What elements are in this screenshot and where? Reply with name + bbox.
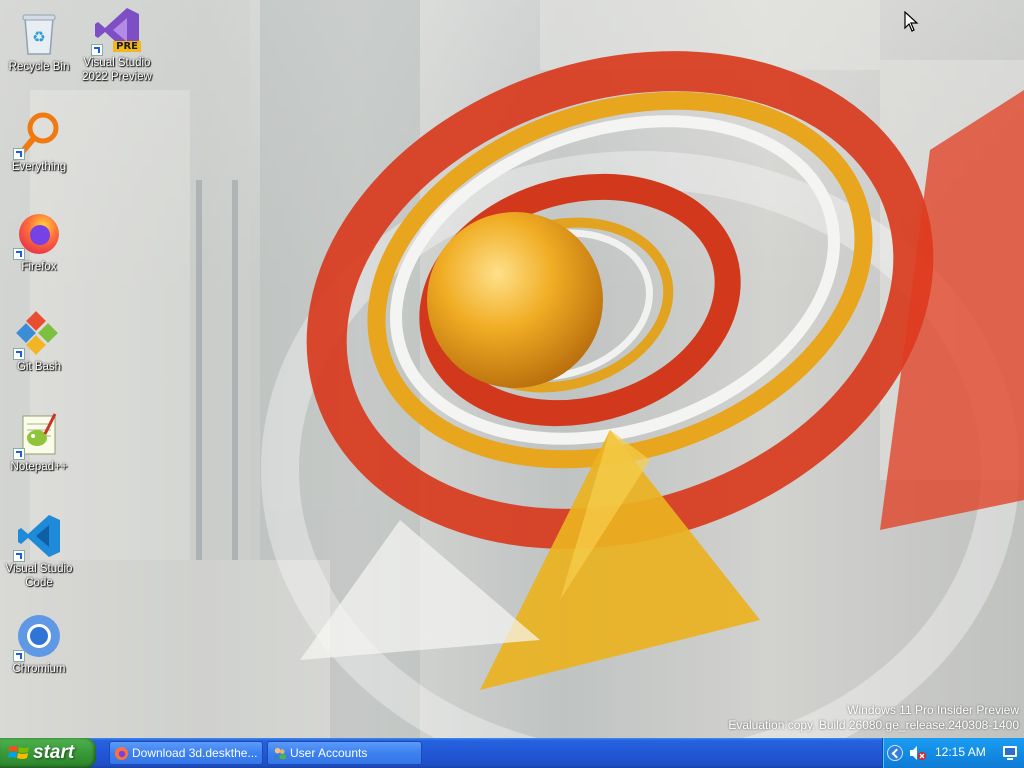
mouse-cursor-icon [904, 11, 919, 32]
shortcut-arrow-icon [13, 348, 25, 360]
watermark-edition: Windows 11 Pro Insider Preview [847, 703, 1019, 717]
taskbar-button-label: Download 3d.deskthe... [132, 746, 258, 760]
taskbar-button-firefox-download[interactable]: Download 3d.deskthe... [109, 741, 263, 765]
shortcut-arrow-icon [13, 650, 25, 662]
start-label: start [33, 742, 75, 763]
shortcut-arrow-icon [13, 550, 25, 562]
desktop-icon-everything[interactable]: Everything [0, 110, 78, 174]
desktop-icon-firefox[interactable]: Firefox [0, 210, 78, 274]
desktop-icon-label: Visual Studio Code [5, 563, 73, 589]
desktop-wallpaper[interactable] [0, 0, 1024, 738]
start-button[interactable]: start [0, 738, 96, 768]
shortcut-arrow-icon [13, 248, 25, 260]
desktop-icon-git-bash[interactable]: Git Bash [0, 310, 78, 374]
taskbar-button-user-accounts[interactable]: User Accounts [267, 741, 422, 765]
taskbar-button-label: User Accounts [290, 746, 368, 760]
desktop-icon-label: Git Bash [16, 361, 62, 373]
git-bash-icon [13, 310, 63, 360]
everything-search-icon [13, 110, 63, 160]
vscode-icon [13, 512, 63, 562]
desktop-icon-label: Recycle Bin [8, 61, 70, 73]
system-icon[interactable] [1001, 744, 1019, 762]
show-hidden-icons-chevron[interactable] [887, 745, 903, 761]
preview-badge: PRE [113, 41, 141, 52]
desktop-icon-label: Chromium [12, 663, 66, 675]
desktop-icon-label: Firefox [21, 261, 57, 273]
evaluation-watermark: Windows 11 Pro Insider Preview Evaluatio… [728, 703, 1019, 733]
firefox-icon [114, 746, 129, 761]
desktop-icon-label: Everything [11, 161, 67, 173]
chromium-icon [13, 612, 63, 662]
desktop-icon-chromium[interactable]: Chromium [0, 612, 78, 676]
desktop-icon-visual-studio-2022-preview[interactable]: PRE Visual Studio 2022 Preview [78, 6, 156, 84]
recycle-bin-icon: ♻ [15, 10, 63, 58]
desktop-icon-label: Notepad++ [10, 461, 68, 473]
shortcut-arrow-icon [13, 448, 25, 460]
shortcut-arrow-icon [91, 44, 103, 56]
wallpaper-artwork [0, 0, 1024, 738]
desktop-icon-recycle-bin[interactable]: ♻ Recycle Bin [0, 10, 78, 74]
taskbar: start Download 3d.deskthe... User Accoun… [0, 738, 1024, 768]
windows-flag-icon [8, 746, 29, 759]
desktop-icon-label: Visual Studio 2022 Preview [82, 57, 152, 83]
firefox-icon [13, 210, 63, 260]
visual-studio-icon: PRE [91, 6, 141, 56]
shortcut-arrow-icon [13, 148, 25, 160]
notepad-plus-plus-icon [13, 410, 63, 460]
desktop-icon-notepad-plus-plus[interactable]: Notepad++ [0, 410, 78, 474]
volume-muted-icon[interactable] [909, 745, 927, 761]
system-clock[interactable]: 12:15 AM [935, 745, 986, 759]
user-accounts-icon [273, 747, 287, 761]
svg-text:♻: ♻ [32, 28, 45, 46]
watermark-build: Evaluation copy. Build 26080.ge_release.… [728, 718, 1019, 732]
system-tray: 12:15 AM [882, 738, 1024, 768]
desktop-icon-visual-studio-code[interactable]: Visual Studio Code [0, 512, 78, 590]
